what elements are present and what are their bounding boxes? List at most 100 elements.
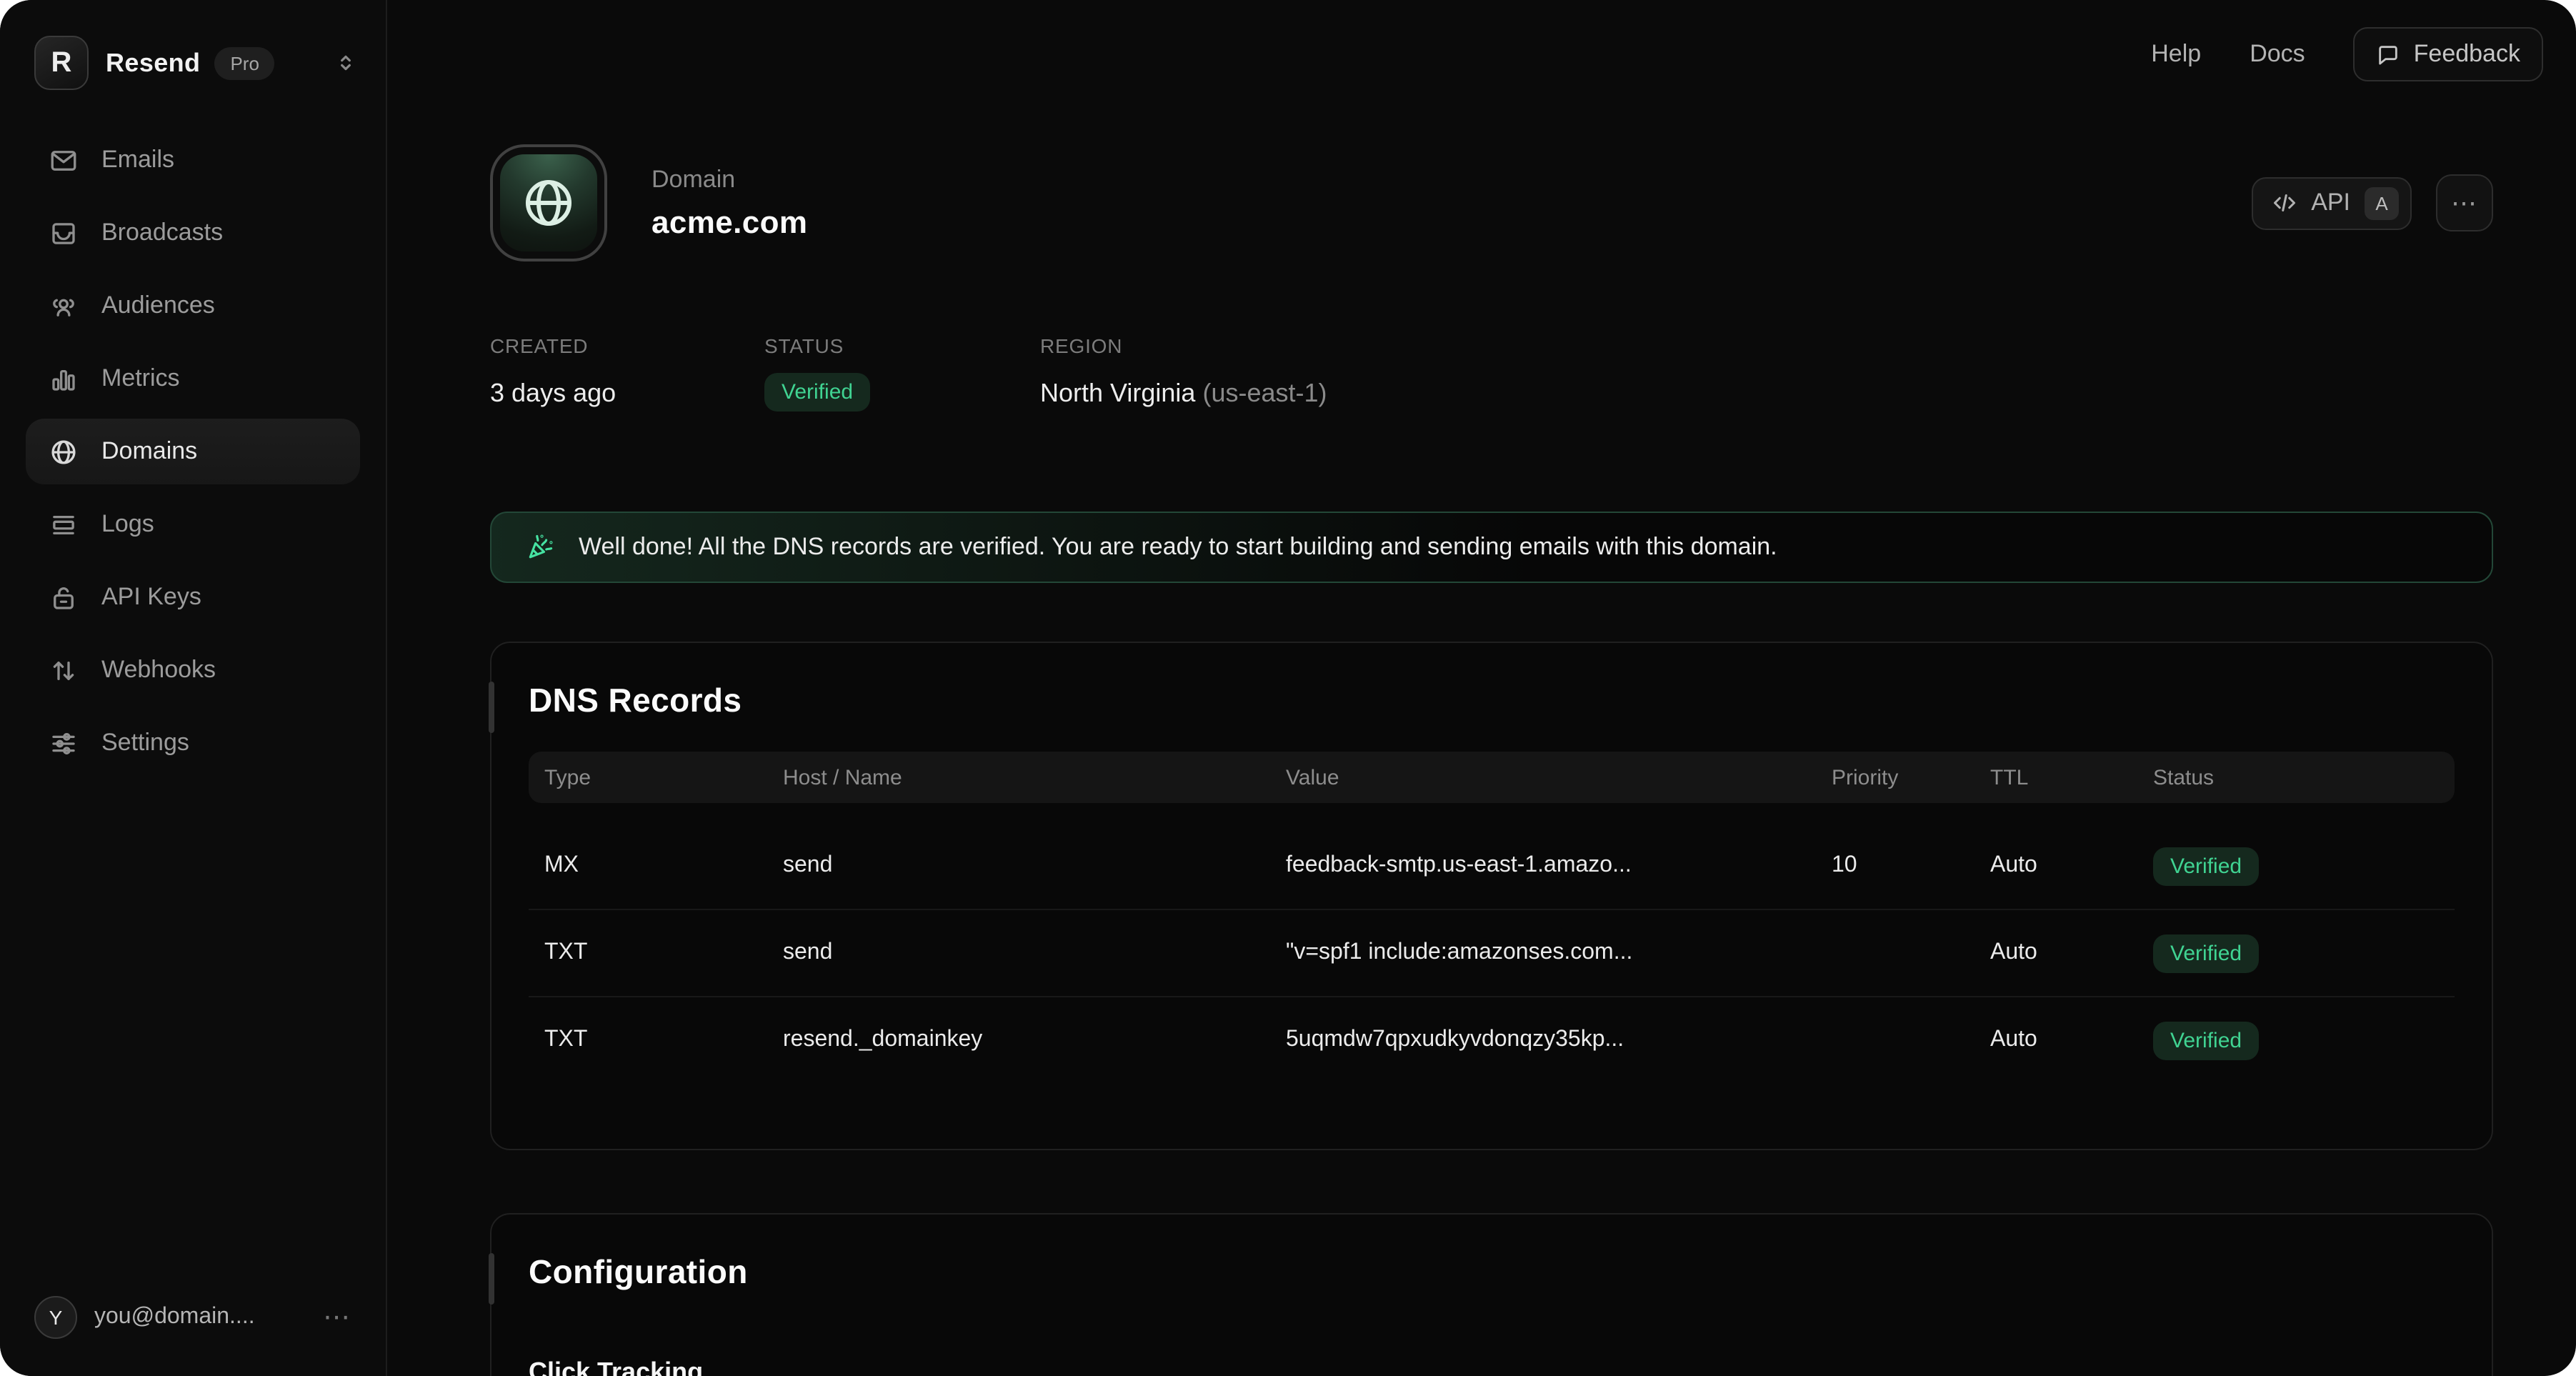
cell-value: 5uqmdw7qpxudkyvdonqzy35kp... <box>1270 1027 1816 1053</box>
sidebar-nav: Emails Broadcasts Audiences Metrics <box>0 127 386 776</box>
dns-records-table: Type Host / Name Value Priority TTL Stat… <box>529 752 2455 1083</box>
sidebar-item-label: API Keys <box>101 583 201 612</box>
cell-host: send <box>767 940 1270 966</box>
created-label: CREATED <box>490 334 764 357</box>
configuration-card: Configuration Click Tracking <box>490 1213 2493 1376</box>
region-code: (us-east-1) <box>1203 379 1327 407</box>
globe-icon <box>49 437 79 467</box>
party-popper-icon <box>524 532 556 563</box>
user-menu[interactable]: Y you@domain.... ⋯ <box>0 1267 386 1376</box>
workspace-switcher[interactable]: R Resend Pro <box>0 0 386 90</box>
broadcast-tray-icon <box>49 218 79 248</box>
table-row: TXT resend._domainkey 5uqmdw7qpxudkyvdon… <box>529 996 2455 1083</box>
cell-status: Verified <box>2137 934 2455 972</box>
api-label: API <box>2311 189 2350 217</box>
sidebar-item-audiences[interactable]: Audiences <box>26 273 360 339</box>
configuration-title: Configuration <box>491 1215 2492 1292</box>
cell-host: resend._domainkey <box>767 1027 1270 1053</box>
status-badge: Verified <box>764 373 870 412</box>
sidebar-item-broadcasts[interactable]: Broadcasts <box>26 200 360 266</box>
sidebar-item-label: Broadcasts <box>101 219 223 247</box>
cell-type: TXT <box>529 1027 767 1053</box>
help-link[interactable]: Help <box>2151 40 2201 69</box>
lock-icon <box>49 582 79 612</box>
topbar: Help Docs Feedback <box>387 0 2576 109</box>
column-status: Status <box>2137 765 2455 789</box>
cell-ttl: Auto <box>1975 1027 2137 1053</box>
sidebar-item-label: Webhooks <box>101 656 216 684</box>
sidebar-item-label: Settings <box>101 729 189 757</box>
cell-value: feedback-smtp.us-east-1.amazo... <box>1270 853 1816 879</box>
docs-link[interactable]: Docs <box>2250 40 2305 69</box>
sidebar-item-label: Emails <box>101 146 174 174</box>
click-tracking-label: Click Tracking <box>529 1357 2492 1376</box>
status-badge: Verified <box>2153 1021 2259 1060</box>
cell-host: send <box>767 853 1270 879</box>
more-icon[interactable]: ⋯ <box>323 1301 351 1334</box>
banner-text: Well done! All the DNS records are verif… <box>579 533 1777 562</box>
sidebar-item-emails[interactable]: Emails <box>26 127 360 193</box>
sidebar-item-settings[interactable]: Settings <box>26 710 360 776</box>
cell-value: "v=spf1 include:amazonses.com... <box>1270 940 1816 966</box>
header-actions: API A ⋯ <box>2251 174 2493 231</box>
status-label: STATUS <box>764 334 1040 357</box>
sidebar-item-label: Metrics <box>101 364 180 393</box>
chevron-up-down-icon[interactable] <box>334 51 357 74</box>
workspace-name: Resend <box>106 48 200 78</box>
code-icon <box>2271 190 2297 216</box>
cell-status: Verified <box>2137 847 2455 885</box>
sliders-icon <box>49 728 79 758</box>
cell-status: Verified <box>2137 1021 2455 1060</box>
cell-priority: 10 <box>1816 853 1975 879</box>
envelope-icon <box>49 145 79 175</box>
more-icon: ⋯ <box>2451 188 2478 218</box>
domain-header: Domain acme.com API A ⋯ <box>490 144 2493 261</box>
more-button[interactable]: ⋯ <box>2436 174 2493 231</box>
column-type: Type <box>529 765 767 789</box>
dns-records-card: DNS Records Type Host / Name Value Prior… <box>490 642 2493 1150</box>
avatar: Y <box>34 1296 77 1339</box>
cell-ttl: Auto <box>1975 940 2137 966</box>
sidebar: R Resend Pro Emails Broadcasts <box>0 0 387 1376</box>
sidebar-item-metrics[interactable]: Metrics <box>26 346 360 412</box>
globe-icon <box>500 154 597 251</box>
sidebar-item-label: Audiences <box>101 291 215 320</box>
table-header: Type Host / Name Value Priority TTL Stat… <box>529 752 2455 803</box>
domain-titles: Domain acme.com <box>652 165 807 241</box>
column-ttl: TTL <box>1975 765 2137 789</box>
sidebar-item-label: Logs <box>101 510 154 539</box>
cell-ttl: Auto <box>1975 853 2137 879</box>
domain-meta: CREATED 3 days ago STATUS Verified REGIO… <box>490 334 1327 412</box>
app-window: R Resend Pro Emails Broadcasts <box>0 0 2576 1376</box>
created-value: 3 days ago <box>490 379 764 409</box>
cell-type: MX <box>529 853 767 879</box>
column-priority: Priority <box>1816 765 1975 789</box>
user-email: you@domain.... <box>94 1305 255 1330</box>
sidebar-item-api-keys[interactable]: API Keys <box>26 564 360 630</box>
sidebar-item-label: Domains <box>101 437 197 466</box>
table-row: TXT send "v=spf1 include:amazonses.com..… <box>529 909 2455 996</box>
verification-banner: Well done! All the DNS records are verif… <box>490 512 2493 583</box>
people-icon <box>49 291 79 321</box>
domain-kicker: Domain <box>652 165 807 194</box>
region-name: North Virginia <box>1040 379 1195 407</box>
feedback-button[interactable]: Feedback <box>2354 27 2543 81</box>
table-body: MX send feedback-smtp.us-east-1.amazo...… <box>529 823 2455 1083</box>
speech-bubble-icon <box>2377 42 2401 66</box>
keyboard-shortcut-badge: A <box>2365 186 2399 219</box>
sidebar-item-domains[interactable]: Domains <box>26 419 360 484</box>
meta-status: STATUS Verified <box>764 334 1040 412</box>
bar-chart-icon <box>49 364 79 394</box>
region-label: REGION <box>1040 334 1327 357</box>
cell-type: TXT <box>529 940 767 966</box>
status-badge: Verified <box>2153 934 2259 972</box>
table-row: MX send feedback-smtp.us-east-1.amazo...… <box>529 823 2455 909</box>
region-value: North Virginia (us-east-1) <box>1040 379 1327 409</box>
arrows-up-down-icon <box>49 655 79 685</box>
sidebar-item-logs[interactable]: Logs <box>26 492 360 557</box>
status-badge: Verified <box>2153 847 2259 885</box>
api-button[interactable]: API A <box>2251 176 2412 229</box>
page-title: acme.com <box>652 204 807 241</box>
meta-created: CREATED 3 days ago <box>490 334 764 412</box>
sidebar-item-webhooks[interactable]: Webhooks <box>26 637 360 703</box>
